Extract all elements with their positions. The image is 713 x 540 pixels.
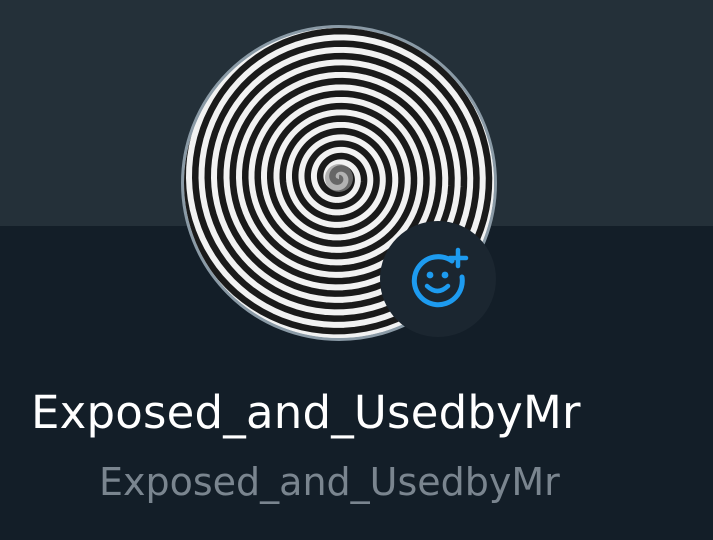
username: Exposed_and_UsedbyMr <box>99 460 560 504</box>
spiral-center <box>325 164 353 192</box>
profile-header: Exposed_and_UsedbyMr Exposed_and_UsedbyM… <box>0 0 713 540</box>
smiley-plus-icon <box>411 247 469 308</box>
display-name: Exposed_and_UsedbyMr <box>31 386 581 439</box>
add-reaction-button[interactable] <box>380 221 496 337</box>
